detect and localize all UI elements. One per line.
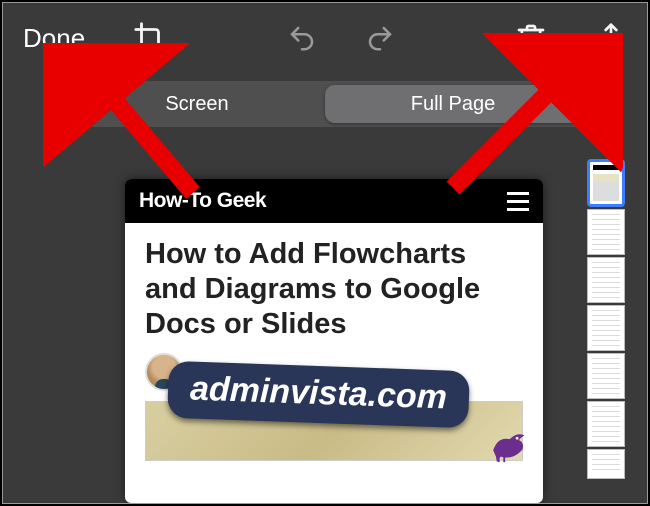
segment-full-page[interactable]: Full Page: [325, 85, 581, 123]
view-mode-segmented: Screen Full Page: [65, 81, 585, 127]
site-header: How-To Geek: [125, 179, 543, 223]
done-button[interactable]: Done: [23, 23, 85, 54]
trash-icon[interactable]: [515, 22, 547, 54]
undo-icon[interactable]: [287, 23, 317, 53]
share-icon[interactable]: [595, 22, 627, 54]
bird-icon: [484, 418, 530, 464]
thumbnail-page[interactable]: [587, 305, 625, 351]
site-title: How-To Geek: [139, 189, 266, 213]
editor-canvas: How-To Geek How to Add Flowcharts and Di…: [3, 137, 647, 503]
thumbnail-page[interactable]: [587, 257, 625, 303]
redo-icon[interactable]: [365, 23, 395, 53]
page-preview[interactable]: How-To Geek How to Add Flowcharts and Di…: [125, 179, 543, 503]
markup-toolbar: Done: [3, 3, 647, 73]
segment-screen[interactable]: Screen: [69, 85, 325, 123]
author-avatar: [145, 353, 183, 391]
thumbnail-page[interactable]: [587, 353, 625, 399]
thumbnail-page[interactable]: [587, 401, 625, 447]
thumbnail-page[interactable]: [587, 449, 625, 479]
hamburger-icon[interactable]: [507, 192, 529, 211]
article-title: How to Add Flowcharts and Diagrams to Go…: [145, 237, 523, 341]
article-hero-image: [145, 401, 523, 461]
crop-icon[interactable]: [133, 21, 167, 55]
thumbnail-page[interactable]: [587, 209, 625, 255]
thumbnail-selected[interactable]: [587, 159, 625, 207]
page-thumbnails[interactable]: [587, 159, 625, 499]
